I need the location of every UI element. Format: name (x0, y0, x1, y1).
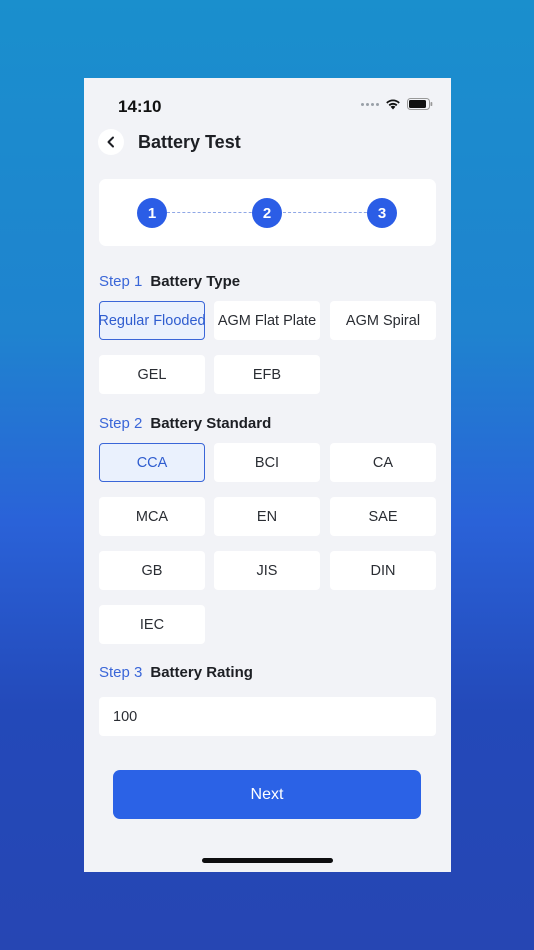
step-indicator-1: 1 (137, 198, 167, 228)
step2-title: Battery Standard (150, 415, 272, 432)
battery-standard-option[interactable]: DIN (330, 551, 436, 590)
status-icons (361, 98, 433, 110)
step2-number: Step 2 (99, 415, 143, 432)
battery-standard-option[interactable]: BCI (214, 443, 320, 482)
back-button[interactable] (98, 129, 124, 155)
step3-heading: Step 3 Battery Rating (99, 664, 253, 681)
battery-standard-option[interactable]: EN (214, 497, 320, 536)
battery-rating-input[interactable]: 100 (99, 697, 436, 736)
page-title: Battery Test (138, 132, 241, 152)
wifi-icon (386, 99, 400, 110)
step1-number: Step 1 (99, 273, 143, 290)
chevron-left-icon (107, 136, 114, 148)
battery-standard-option[interactable]: JIS (214, 551, 320, 590)
status-time: 14:10 (118, 97, 162, 116)
battery-standard-option[interactable]: IEC (99, 605, 205, 644)
battery-standard-option[interactable]: CCA (99, 443, 205, 482)
step2-heading: Step 2 Battery Standard (99, 415, 271, 432)
phone-screen: 14:10 Battery Test 1 2 3 Step 1 Battery … (84, 78, 451, 872)
battery-standard-option[interactable]: CA (330, 443, 436, 482)
step1-title: Battery Type (150, 273, 241, 290)
signal-icon (361, 102, 379, 106)
battery-standard-option[interactable]: MCA (99, 497, 205, 536)
battery-type-option[interactable]: GEL (99, 355, 205, 394)
battery-type-option[interactable]: AGM Flat Plate (214, 301, 320, 340)
battery-standard-option[interactable]: GB (99, 551, 205, 590)
step1-heading: Step 1 Battery Type (99, 273, 240, 290)
step-indicator-2: 2 (252, 198, 282, 228)
step-progress: 1 2 3 (99, 179, 436, 246)
next-button[interactable]: Next (113, 770, 421, 819)
battery-type-option[interactable]: Regular Flooded (99, 301, 205, 340)
step3-number: Step 3 (99, 664, 143, 681)
home-indicator (202, 858, 333, 863)
step-indicator-3: 3 (367, 198, 397, 228)
step3-title: Battery Rating (150, 664, 253, 681)
battery-icon (407, 98, 433, 110)
battery-type-option[interactable]: EFB (214, 355, 320, 394)
battery-standard-option[interactable]: SAE (330, 497, 436, 536)
battery-type-option[interactable]: AGM Spiral (330, 301, 436, 340)
